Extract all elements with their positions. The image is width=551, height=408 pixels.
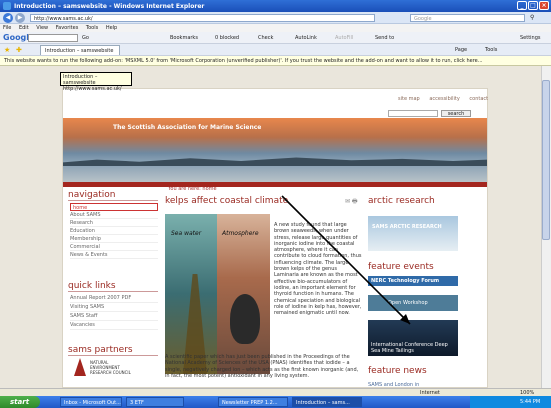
- add-favorite-icon[interactable]: ✚: [16, 46, 22, 54]
- ie-icon: [3, 2, 11, 10]
- accessibility-link[interactable]: accessibility: [429, 96, 460, 102]
- taskbar-introduction[interactable]: Introduction – sams...: [292, 397, 362, 407]
- google-search-input[interactable]: [28, 34, 78, 42]
- navigation-list: home About SAMS Research Education Membe…: [70, 203, 158, 259]
- atmosphere-label: Atmosphere: [222, 230, 259, 237]
- nav-item-commercial[interactable]: Commercial: [70, 243, 158, 251]
- site-banner: The Scottish Association for Marine Scie…: [63, 118, 487, 182]
- favorites-star-icon[interactable]: ★: [4, 46, 10, 54]
- clock[interactable]: 5:44 PM: [520, 399, 540, 405]
- autofill-button[interactable]: AutoFill: [335, 35, 353, 41]
- quick-link-visiting[interactable]: Visiting SAMS: [70, 303, 158, 312]
- bird-shape: [230, 294, 260, 344]
- search-icon[interactable]: ⚲: [530, 14, 534, 21]
- taskbar-newsletter[interactable]: Newsletter PREP 1.2...: [218, 397, 288, 407]
- sea-water-label: Sea water: [171, 230, 202, 237]
- tooltip-title: Introduction – samswebsite: [63, 74, 98, 86]
- menu-file[interactable]: File: [3, 25, 11, 31]
- navigation-heading: navigation: [68, 190, 158, 201]
- tab-introduction[interactable]: Introduction – samswebsite: [40, 45, 120, 55]
- breadcrumb: You are here: home: [168, 186, 217, 192]
- print-email-icons[interactable]: ✉ 🖶: [345, 197, 358, 207]
- forward-icon[interactable]: ▶: [15, 13, 25, 23]
- tab-row: ★ ✚ Introduction – samswebsite Page Tool…: [0, 44, 551, 56]
- event-open-workshop[interactable]: Open Workshop: [368, 295, 458, 311]
- site-map-link[interactable]: site map: [398, 96, 420, 102]
- nerc-logo-text: NATURAL ENVIRONMENT RESEARCH COUNCIL: [90, 360, 131, 375]
- banner-divider: [63, 182, 487, 187]
- maximize-button[interactable]: □: [528, 1, 538, 10]
- bookmarks-button[interactable]: Bookmarks: [170, 35, 198, 41]
- google-go-button[interactable]: Go: [82, 35, 89, 41]
- nav-item-membership[interactable]: Membership: [70, 235, 158, 243]
- nav-item-news[interactable]: News & Events: [70, 251, 158, 259]
- settings-button[interactable]: Settings: [520, 35, 541, 41]
- menu-view[interactable]: View: [36, 25, 48, 31]
- send-to-button[interactable]: Send to: [375, 35, 394, 41]
- system-tray: 5:44 PM: [470, 396, 551, 408]
- quick-links-list: Annual Report 2007 PDF Visiting SAMS SAM…: [70, 294, 158, 330]
- scrollbar-thumb[interactable]: [542, 80, 550, 240]
- address-bar[interactable]: http://www.sams.ac.uk/: [30, 14, 375, 22]
- site-search-input[interactable]: [388, 110, 438, 117]
- search-input[interactable]: Google: [410, 14, 525, 22]
- window-title-bar[interactable]: Introduction – samswebsite - Windows Int…: [0, 0, 551, 12]
- menu-favorites[interactable]: Favorites: [56, 25, 79, 31]
- site-search-button[interactable]: search: [441, 110, 471, 117]
- menu-help[interactable]: Help: [106, 25, 117, 31]
- address-row: ◀ ▶ http://www.sams.ac.uk/ Google ⚲: [0, 12, 551, 24]
- menu-bar: File Edit View Favorites Tools Help: [0, 24, 551, 32]
- menu-edit[interactable]: Edit: [19, 25, 29, 31]
- quick-link-vacancies[interactable]: Vacancies: [70, 321, 158, 330]
- site-logo[interactable]: The Scottish Association for Marine Scie…: [113, 124, 261, 131]
- partners-heading: sams partners: [68, 345, 158, 356]
- tooltip-url: http://www.sams.ac.uk/: [63, 86, 122, 92]
- arctic-banner[interactable]: SAMS ARCTIC RESEARCH: [368, 216, 458, 251]
- nav-item-about[interactable]: About SAMS: [70, 211, 158, 219]
- status-bar: Internet 100%: [0, 388, 551, 396]
- article-body: A new study found that large brown seawe…: [274, 222, 362, 317]
- quick-link-annual-report[interactable]: Annual Report 2007 PDF: [70, 294, 158, 303]
- taskbar: start Inbox - Microsoft Out... 3 ETF New…: [0, 396, 551, 408]
- nav-item-home[interactable]: home: [70, 203, 158, 211]
- nav-item-research[interactable]: Research: [70, 219, 158, 227]
- article-image: Sea water Atmosphere: [165, 214, 270, 374]
- event-deep-sea-conference[interactable]: International Conference Deep Sea Mine T…: [368, 320, 458, 356]
- minimize-button[interactable]: _: [517, 1, 527, 10]
- tools-menu[interactable]: Tools: [485, 47, 497, 53]
- window-title: Introduction – samswebsite - Windows Int…: [14, 3, 205, 10]
- article-heading[interactable]: kelps affect coastal climate: [165, 196, 288, 206]
- google-toolbar: Google Go Bookmarks 0 blocked Check Auto…: [0, 32, 551, 44]
- start-button[interactable]: start: [0, 396, 40, 408]
- close-button[interactable]: ×: [539, 1, 549, 10]
- events-heading: feature events: [368, 262, 434, 272]
- arctic-heading: arctic research: [368, 196, 435, 206]
- quick-links-heading: quick links: [68, 281, 158, 292]
- menu-tools[interactable]: Tools: [86, 25, 98, 31]
- popup-blocked-button[interactable]: 0 blocked: [215, 35, 239, 41]
- quick-link-staff[interactable]: SAMS Staff: [70, 312, 158, 321]
- taskbar-outlook[interactable]: Inbox - Microsoft Out...: [60, 397, 122, 407]
- back-icon[interactable]: ◀: [3, 13, 13, 23]
- article-body-continued: A scientific paper which has just been p…: [165, 354, 359, 379]
- info-bar[interactable]: This website wants to run the following …: [0, 56, 551, 66]
- taskbar-etf[interactable]: 3 ETF: [126, 397, 184, 407]
- tab-tooltip: Introduction – samswebsite http://www.sa…: [60, 72, 132, 92]
- nav-item-education[interactable]: Education: [70, 227, 158, 235]
- contact-link[interactable]: contact: [469, 96, 488, 102]
- event-nerc-forum[interactable]: NERC Technology Forum: [368, 276, 458, 286]
- news-heading: feature news: [368, 366, 427, 376]
- autolink-button[interactable]: AutoLink: [295, 35, 317, 41]
- page-menu[interactable]: Page: [455, 47, 467, 53]
- top-links: site map accessibility contact: [390, 96, 488, 102]
- banner-water: [63, 166, 487, 182]
- check-button[interactable]: Check: [258, 35, 273, 41]
